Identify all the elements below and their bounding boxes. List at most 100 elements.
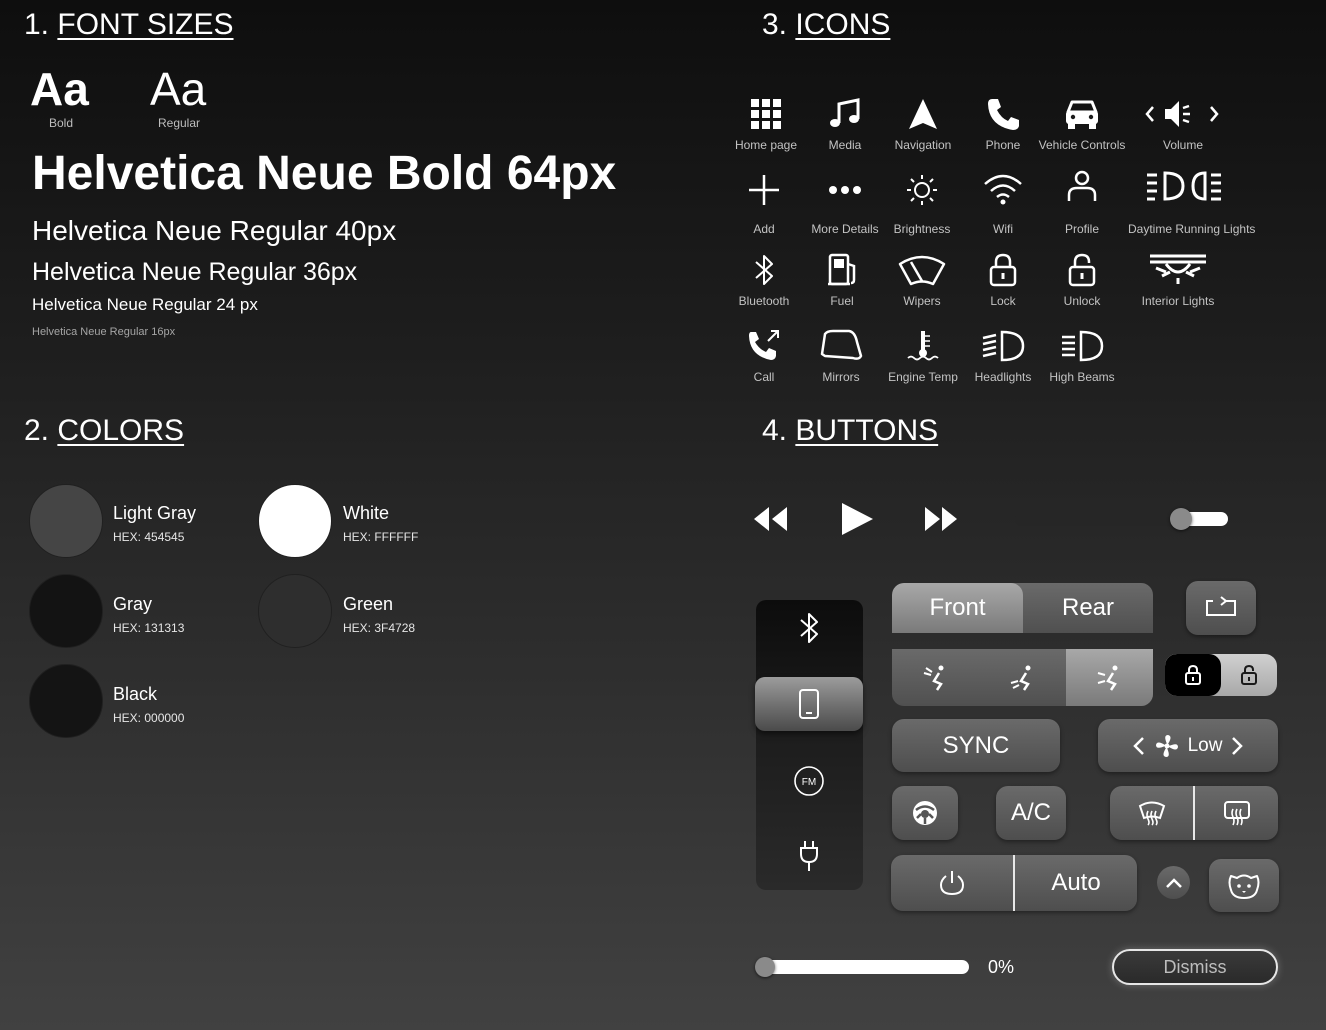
grid-icon [751,99,781,129]
front-label: Front [929,594,986,621]
icon-vehicle-controls[interactable]: Vehicle Controls [1037,96,1127,152]
icon-volume[interactable]: Volume [1128,96,1238,152]
icon-home-page[interactable]: Home page [721,96,811,152]
fast-forward-button[interactable] [922,504,960,539]
phone-icon [988,99,1019,130]
icon-unlock[interactable]: Unlock [1037,252,1127,308]
rewind-icon [754,507,787,531]
dismiss-button[interactable]: Dismiss [1112,949,1278,985]
icon-daytime-running-lights[interactable]: Daytime Running Lights [1128,168,1255,236]
icon-wipers[interactable]: Wipers [877,252,967,308]
volume-icon [1145,101,1219,127]
unlock-icon [1068,253,1096,287]
color-hex: HEX: FFFFFF [343,530,419,544]
icon-navigation[interactable]: Navigation [878,96,968,152]
steering-heat-button[interactable] [892,786,958,840]
icon-interior-lights[interactable]: Interior Lights [1123,252,1233,308]
section-number: 4. [762,414,788,447]
call-outgoing-icon [749,330,779,360]
airflow-face-feet-button[interactable] [1066,649,1153,706]
color-info-black: Black HEX: 000000 [113,684,184,725]
color-name: Light Gray [113,503,197,523]
progress-slider-thumb[interactable] [755,957,775,977]
front-tab[interactable]: Front [892,583,1023,633]
color-name: White [343,503,390,523]
sun-icon [907,175,937,205]
icon-label: Media [828,138,862,152]
expand-up-button[interactable] [1157,866,1190,899]
power-button[interactable] [891,855,1013,911]
icon-high-beams[interactable]: High Beams [1037,328,1127,384]
icon-mirrors[interactable]: Mirrors [796,328,886,384]
source-phone-button[interactable] [755,677,863,731]
source-fm-button[interactable]: FM [793,765,825,802]
fan-speed-label: Low [1187,734,1223,756]
rear-defrost-button[interactable] [1195,786,1278,840]
aa-bold-sample: Aa [30,63,89,115]
front-defrost-icon [1138,801,1165,826]
fan-icon [1155,734,1178,757]
icon-bluetooth[interactable]: Bluetooth [719,252,809,308]
rewind-button[interactable] [751,504,789,539]
chevron-up-icon [1165,877,1182,888]
lock-icon [1185,664,1201,685]
unlock-option-button[interactable] [1221,654,1277,696]
fan-increase-icon[interactable] [1230,735,1244,757]
fan-speed-control: Low [1098,719,1278,772]
car-icon [1066,100,1098,129]
color-name: Gray [113,594,153,614]
section-title-colors: 2. COLORS [24,414,184,448]
icon-engine-temp[interactable]: Engine Temp [878,328,968,384]
defrost-group [1110,786,1278,840]
play-button[interactable] [838,500,876,543]
icon-lock[interactable]: Lock [958,252,1048,308]
swatch-black [29,664,103,738]
icon-label: Volume [1162,138,1204,152]
airflow-face-button[interactable] [892,649,979,706]
source-bluetooth-button[interactable] [794,610,824,651]
ac-button[interactable]: A/C [996,786,1066,840]
icon-phone[interactable]: Phone [958,96,1048,152]
progress-slider-track[interactable] [755,957,969,977]
icon-media[interactable]: Media [800,96,890,152]
sync-button[interactable]: SYNC [892,719,1060,772]
font-sample-regular-24: Helvetica Neue Regular 24 px [32,295,258,314]
rear-tab[interactable]: Rear [1023,583,1153,633]
power-auto-group: Auto [891,855,1137,911]
source-usb-button[interactable] [796,838,822,879]
icon-label: Bluetooth [738,294,790,308]
icon-label: Phone [985,138,1021,152]
auto-button[interactable]: Auto [1015,855,1137,911]
svg-text:FM: FM [802,777,816,788]
fuel-pump-icon [828,253,856,286]
icon-wifi[interactable]: Wifi [958,172,1048,236]
more-dots-icon [829,186,861,194]
icon-brightness[interactable]: Brightness [877,172,967,236]
media-slider-track[interactable] [1015,508,1228,530]
swatch-white [258,484,332,558]
front-defrost-button[interactable] [1110,786,1193,840]
icon-label: Add [753,222,775,236]
aa-bold-caption: Bold [48,116,74,130]
aa-regular-sample: Aa [150,63,207,115]
font-sample-regular-16: Helvetica Neue Regular 16px [32,326,176,338]
lock-option-button[interactable] [1165,654,1221,696]
fan-decrease-icon[interactable] [1132,735,1146,757]
airflow-face-icon [923,665,943,691]
dog-mode-button[interactable] [1209,859,1279,912]
rear-label: Rear [1061,594,1115,621]
font-sample-bold-64: Helvetica Neue Bold 64px [32,147,617,200]
high-beams-icon [1062,330,1104,362]
icon-add[interactable]: Add [719,172,809,236]
icon-label: Vehicle Controls [1038,138,1126,152]
icon-fuel[interactable]: Fuel [797,252,887,308]
icon-profile[interactable]: Profile [1037,168,1127,236]
power-icon [939,871,965,896]
rear-defrost-icon [1223,801,1250,826]
interior-lights-icon [1150,254,1206,284]
recirculate-button[interactable] [1186,581,1256,635]
media-slider-thumb[interactable] [1170,508,1192,530]
airflow-feet-button[interactable] [979,649,1066,706]
icon-headlights[interactable]: Headlights [958,328,1048,384]
swatch-light-gray [29,484,103,558]
